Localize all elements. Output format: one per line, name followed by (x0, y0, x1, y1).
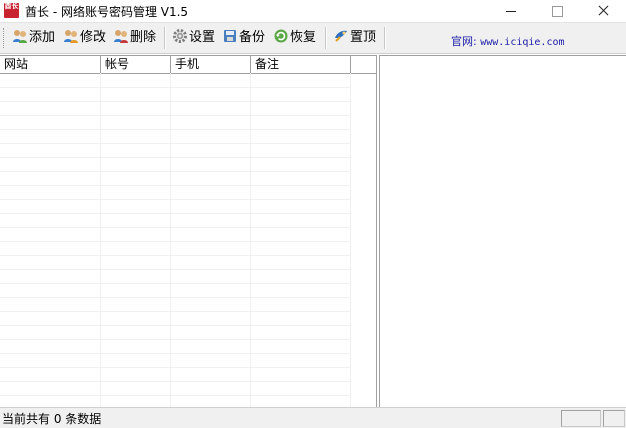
table-row (0, 144, 350, 158)
table-row (0, 326, 350, 340)
gear-icon (173, 29, 187, 43)
users-delete-icon (114, 30, 128, 43)
grid-line (100, 73, 101, 408)
app-icon: 酋长 (4, 3, 19, 18)
table-row (0, 256, 350, 270)
detail-panel[interactable] (379, 55, 626, 409)
toolbar-separator (164, 27, 166, 49)
table-row (0, 298, 350, 312)
status-panel (603, 410, 625, 427)
users-add-icon (13, 30, 27, 43)
users-edit-icon (64, 30, 78, 43)
backup-icon (224, 30, 236, 42)
toolbar-separator (384, 27, 386, 49)
table-row (0, 200, 350, 214)
column-header-website[interactable]: 网站 (0, 56, 101, 73)
table-row (0, 228, 350, 242)
restore-icon (274, 29, 288, 43)
status-panel (561, 410, 601, 427)
column-header-phone[interactable]: 手机 (171, 56, 251, 73)
website-link[interactable]: 官网: www.iciqie.com (451, 33, 565, 49)
minimize-button[interactable] (488, 0, 534, 22)
table-row (0, 116, 350, 130)
column-header-account[interactable]: 帐号 (101, 56, 171, 73)
restore-button-label: 恢复 (290, 30, 317, 45)
delete-button[interactable]: 删除 (113, 28, 156, 48)
grid-line (350, 73, 351, 408)
pin-top-button-label: 置顶 (350, 30, 377, 45)
table-row (0, 242, 350, 256)
toolbar-grip (3, 28, 6, 48)
column-header-note[interactable]: 备注 (251, 56, 351, 73)
delete-button-label: 删除 (130, 30, 157, 45)
account-table[interactable]: 网站 帐号 手机 备注 (0, 55, 377, 409)
table-row (0, 340, 350, 354)
toolbar-separator (325, 27, 327, 49)
grid-line (170, 73, 171, 408)
table-row (0, 102, 350, 116)
title-bar: 酋长 酋长 - 网络账号密码管理 V1.5 (0, 0, 626, 22)
table-row (0, 270, 350, 284)
window-title: 酋长 - 网络账号密码管理 V1.5 (25, 5, 189, 19)
restore-button[interactable]: 恢复 (273, 28, 316, 48)
maximize-button[interactable] (534, 0, 580, 22)
table-row (0, 368, 350, 382)
table-row (0, 88, 350, 102)
pin-top-button[interactable]: 置顶 (333, 28, 376, 48)
table-row (0, 130, 350, 144)
table-row (0, 214, 350, 228)
grid-line (250, 73, 251, 408)
table-row (0, 186, 350, 200)
table-header: 网站 帐号 手机 备注 (0, 56, 376, 74)
table-row (0, 74, 350, 88)
table-row (0, 284, 350, 298)
table-row (0, 158, 350, 172)
website-label: 官网: (451, 35, 477, 48)
status-bar: 当前共有 0 条数据 (0, 407, 626, 428)
table-row (0, 382, 350, 396)
backup-button-label: 备份 (239, 30, 266, 45)
backup-button[interactable]: 备份 (222, 28, 265, 48)
settings-button[interactable]: 设置 (172, 28, 215, 48)
table-row (0, 172, 350, 186)
pin-top-icon (335, 30, 347, 42)
settings-button-label: 设置 (189, 30, 216, 45)
edit-button[interactable]: 修改 (63, 28, 106, 48)
toolbar: 添加 修改 删除 设置 备份 恢复 置顶 官网: www.iciqie.com (0, 22, 626, 54)
edit-button-label: 修改 (80, 30, 107, 45)
add-button-label: 添加 (29, 30, 56, 45)
close-button[interactable] (580, 0, 626, 22)
website-url: www.iciqie.com (480, 37, 565, 48)
add-button[interactable]: 添加 (12, 28, 55, 48)
table-row (0, 354, 350, 368)
table-row (0, 312, 350, 326)
record-count-status: 当前共有 0 条数据 (2, 412, 102, 426)
